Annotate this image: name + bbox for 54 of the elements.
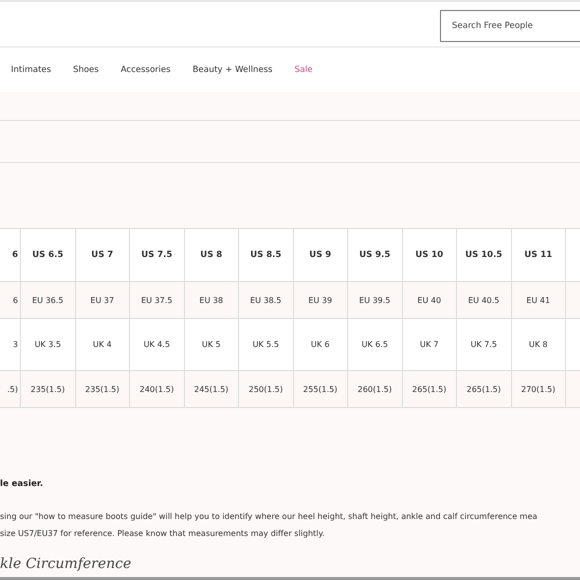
table-cell: 3 [0,319,21,370]
table-cell: EU 37 [76,282,130,318]
note-heading: le easier. [0,479,44,489]
table-cell: UK 5 [184,319,239,370]
table-cell: US 7 [76,229,130,281]
table-cell: US 9.5 [348,229,402,281]
table-cell: 265(1.5) [402,371,457,407]
paragraph-line: size US7/EU37 for reference. Please know that measurements may differ slightly. [0,528,326,540]
table-cell: EU 40.5 [457,282,512,318]
table-cell: UK 3.5 [21,319,76,370]
table-cell: US 6.5 [21,229,76,281]
table-cell: UK 6 [294,319,348,370]
table-cell: US 11 [512,229,566,281]
nav-link[interactable]: Intimates [11,65,52,75]
paragraph-line: sing our "how to measure boots guide" will help you to identify where our heel height, shaft height, ankle and calf circumference mea [0,511,538,523]
table-cell: EU 39.5 [348,282,402,318]
table-cell: US 8.5 [239,229,294,281]
table-cell: US 8 [184,229,239,281]
table-cell: 250(1.5) [239,371,294,407]
table-cell: .5) [0,371,21,407]
handwritten-label: kle Circumference [0,556,132,572]
table-cell: 235(1.5) [76,371,130,407]
table-cell: 6 [0,282,21,318]
table-cell: UK 5.5 [239,319,294,370]
table-cell: EU 36.5 [21,282,76,318]
table-cell: UK 7 [402,319,457,370]
table-cell: UK 6.5 [348,319,402,370]
table-cell: EU 37.5 [130,282,184,318]
table-cell: EU 40 [402,282,457,318]
table-cell: 240(1.5) [130,371,184,407]
table-cell: EU 39 [294,282,348,318]
table-cell: UK 4 [76,319,130,370]
table-cell: UK 8 [512,319,566,370]
table-cell: 255(1.5) [294,371,348,407]
table-cell: 235(1.5) [21,371,76,407]
table-cell: EU 41 [512,282,566,318]
table-cell: 270(1.5) [512,371,566,407]
table-cell: 6 [0,229,21,281]
table-cell: US 10 [402,229,457,281]
nav-link[interactable]: Beauty + Wellness [192,65,272,75]
table-cell: EU 38.5 [239,282,294,318]
table-cell: 265(1.5) [457,371,512,407]
table-cell: 260(1.5) [348,371,402,407]
nav-link[interactable]: Accessories [120,65,171,75]
table-cell: UK 4.5 [130,319,184,370]
table-cell: 245(1.5) [184,371,239,407]
table-cell: US 10.5 [457,229,512,281]
table-cell: US 9 [294,229,348,281]
table-cell: EU 38 [184,282,239,318]
search-field[interactable]: Search Free People [440,10,580,42]
table-cell: US 7.5 [130,229,184,281]
table-cell: UK 7.5 [457,319,512,370]
nav-link[interactable]: Shoes [73,65,99,75]
nav-link[interactable]: Sale [294,65,313,75]
